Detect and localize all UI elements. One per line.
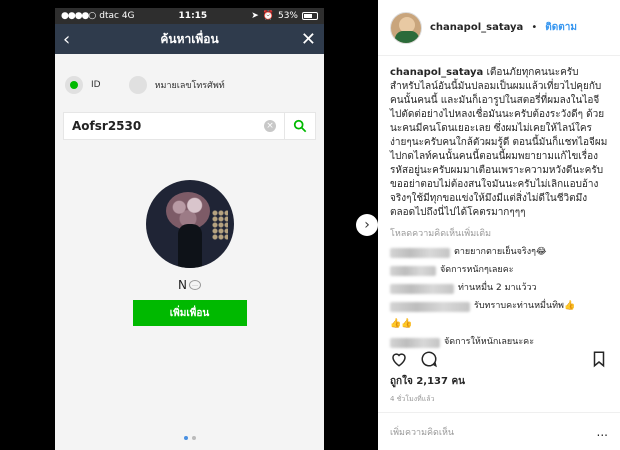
nav-bar: ‹ ค้นหาเพื่อน ✕: [55, 24, 324, 54]
search-icon[interactable]: [293, 119, 307, 133]
caption-username[interactable]: chanapol_sataya: [390, 67, 483, 78]
comment-item: ตายยากตายเย็นจริงๆ😂: [390, 246, 608, 259]
comment-item: ท่านหมื่น 2 มาแว้วว: [390, 282, 608, 295]
redacted-username: [390, 266, 436, 276]
page-title: ค้นหาเพื่อน: [160, 31, 219, 46]
comment-text: จัดการให้หนักเลยนะคะ: [444, 337, 535, 347]
status-bubble-icon: …: [188, 280, 201, 290]
location-icon: ➤: [251, 11, 259, 21]
redacted-username: [390, 284, 454, 294]
page-indicator: [55, 436, 324, 440]
post-caption: chanapol_sataya เตือนภัยทุกคนนะครับสำหรั…: [378, 56, 620, 224]
add-comment-bar: เพิ่มความคิดเห็น ...: [378, 412, 620, 450]
comment-text: จัดการหนักๆเลยคะ: [440, 265, 514, 275]
comment-item: รับทราบคะท่านหมื่นทิพ👍: [390, 300, 608, 313]
comment-text: ตายยากตายเย็นจริงๆ😂: [454, 247, 547, 257]
radio-phone-label: หมายเลขโทรศัพท์: [154, 81, 225, 91]
page-dot: [191, 436, 196, 440]
page-dot-active: [183, 436, 188, 440]
like-count[interactable]: ถูกใจ 2,137 คน: [390, 374, 465, 389]
profile-avatar: [145, 180, 234, 268]
search-input[interactable]: Aofsr2530: [72, 119, 264, 133]
next-arrow-icon[interactable]: ›: [356, 214, 378, 236]
status-bar: ●●●●○ dtac 4G 11:15 ➤ ⏰ 53%: [55, 8, 324, 24]
id-search-box: Aofsr2530 ×: [63, 112, 316, 140]
signal-icon: ●●●●○: [61, 11, 96, 21]
load-more-comments[interactable]: โหลดความคิดเห็นเพิ่มเติม: [378, 226, 620, 240]
comment-item: จัดการหนักๆเลยคะ: [390, 264, 608, 277]
close-icon[interactable]: ✕: [296, 29, 316, 50]
radio-id[interactable]: [65, 76, 83, 94]
comment-item: 👍👍: [390, 318, 608, 331]
comment-list: ตายยากตายเย็นจริงๆ😂 จัดการหนักๆเลยคะ ท่า…: [378, 240, 620, 349]
redacted-username: [390, 248, 450, 258]
back-chevron-icon[interactable]: ‹: [63, 29, 83, 50]
clear-icon[interactable]: ×: [264, 120, 276, 132]
heart-icon[interactable]: [390, 350, 408, 368]
comment-text: รับทราบคะท่านหมื่นทิพ👍: [474, 301, 576, 311]
redacted-username: [390, 338, 440, 348]
comment-input[interactable]: เพิ่มความคิดเห็น: [390, 425, 597, 439]
carrier-label: dtac 4G: [99, 11, 135, 21]
post-panel: chanapol_sataya • ติดตาม chanapol_sataya…: [378, 0, 620, 450]
add-friend-button[interactable]: เพิ่มเพื่อน: [132, 300, 247, 326]
radio-id-label: ID: [91, 80, 101, 90]
phone-screenshot: ●●●●○ dtac 4G 11:15 ➤ ⏰ 53% ‹ ค้นหาเพื่อ…: [55, 8, 324, 450]
post-actions: [390, 350, 608, 368]
username-link[interactable]: chanapol_sataya: [430, 22, 523, 33]
search-result: N … เพิ่มเพื่อน: [55, 180, 324, 326]
clock: 11:15: [178, 11, 208, 21]
follow-button[interactable]: ติดตาม: [545, 20, 577, 35]
post-header: chanapol_sataya • ติดตาม: [378, 0, 620, 56]
redacted-username: [390, 302, 470, 312]
battery-icon: [302, 12, 318, 20]
comment-text: ท่านหมื่น 2 มาแว้วว: [458, 283, 537, 293]
radio-phone[interactable]: [128, 76, 147, 94]
battery-percent: 53%: [277, 11, 298, 21]
caption-text: เตือนภัยทุกคนนะครับสำหรับไลน์อันนี้มันปล…: [390, 67, 608, 218]
user-avatar[interactable]: [390, 11, 422, 44]
more-options-icon[interactable]: ...: [597, 425, 608, 439]
comment-text: 👍👍: [390, 319, 413, 329]
comment-icon[interactable]: [420, 350, 438, 368]
bookmark-icon[interactable]: [590, 350, 608, 368]
comment-item: จัดการให้หนักเลยนะคะ: [390, 336, 608, 349]
profile-name: N: [178, 278, 187, 292]
post-time: 4 ชั่วโมงที่แล้ว: [390, 395, 435, 403]
alarm-icon: ⏰: [262, 11, 274, 21]
separator-dot: •: [531, 22, 538, 33]
post-media: ●●●●○ dtac 4G 11:15 ➤ ⏰ 53% ‹ ค้นหาเพื่อ…: [0, 0, 378, 450]
search-type-options: ID หมายเลขโทรศัพท์: [55, 76, 324, 94]
